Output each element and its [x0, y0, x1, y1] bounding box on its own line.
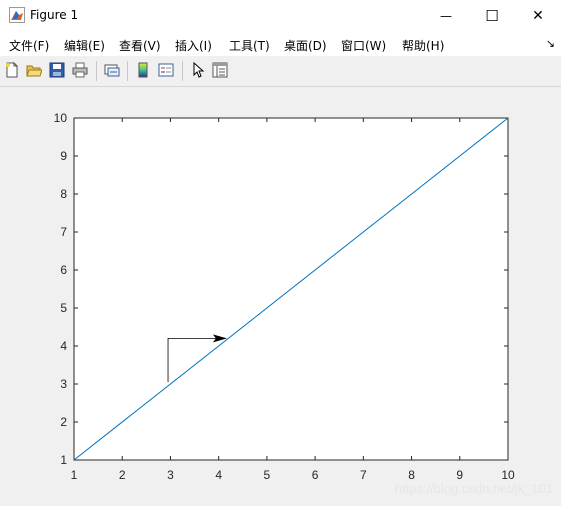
print-button[interactable] [71, 60, 89, 80]
x-tick-label: 8 [408, 468, 415, 482]
title-bar: Figure 1 — ☐ ✕ [0, 0, 561, 31]
x-tick-label: 5 [264, 468, 271, 482]
open-file-icon [26, 65, 42, 77]
toolbar-separator [96, 61, 97, 81]
x-tick-label: 3 [167, 468, 174, 482]
y-tick-label: 7 [60, 225, 67, 239]
insert-colorbar-button[interactable] [134, 60, 152, 80]
y-tick-label: 2 [60, 415, 67, 429]
x-tick-label: 6 [312, 468, 319, 482]
menu-desktop[interactable]: 桌面(D) [284, 37, 327, 54]
figure-canvas[interactable]: 1 2 3 4 5 6 7 8 9 10 1 2 3 4 5 6 7 8 9 10 https://blog.csdn… [0, 87, 561, 506]
new-figure-button[interactable] [3, 60, 21, 80]
menu-view[interactable]: 查看(V) [119, 37, 161, 54]
x-tick-label: 10 [501, 468, 515, 482]
toolbar [0, 56, 561, 87]
insert-legend-icon [158, 63, 174, 77]
open-file-button[interactable] [25, 60, 43, 80]
x-tick-label: 4 [215, 468, 222, 482]
maximize-icon: ☐ [485, 6, 499, 25]
insert-legend-button[interactable] [157, 60, 175, 80]
window-title: Figure 1 [30, 8, 79, 22]
print-icon [72, 62, 88, 78]
edit-plot-pointer-icon [193, 62, 205, 78]
y-tick-label: 6 [60, 263, 67, 277]
save-button[interactable] [48, 60, 66, 80]
menu-overflow-icon[interactable]: ↘ [546, 37, 555, 50]
maximize-button[interactable]: ☐ [469, 0, 515, 31]
save-icon [49, 62, 65, 78]
insert-colorbar-icon [138, 62, 148, 78]
x-tick-label: 2 [119, 468, 126, 482]
y-tick-label: 8 [60, 187, 67, 201]
menu-file[interactable]: 文件(F) [9, 37, 49, 54]
minimize-button[interactable]: — [423, 0, 469, 31]
toolbar-separator [127, 61, 128, 81]
x-tick-label: 9 [456, 468, 463, 482]
y-tick-label: 1 [60, 453, 67, 467]
menu-insert[interactable]: 插入(I) [175, 37, 212, 54]
y-tick-label: 5 [60, 301, 67, 315]
property-inspector-button[interactable] [211, 60, 229, 80]
line-plot[interactable]: 1 2 3 4 5 6 7 8 9 10 1 2 3 4 5 6 7 8 9 10 [0, 87, 561, 506]
x-tick-label: 7 [360, 468, 367, 482]
menu-help[interactable]: 帮助(H) [402, 37, 444, 54]
close-icon: ✕ [532, 7, 544, 24]
watermark: https://blog.csdn.net/jk_101 [394, 481, 553, 496]
minimize-icon: — [440, 8, 452, 23]
edit-plot-button[interactable] [189, 60, 207, 80]
y-tick-label: 10 [54, 111, 68, 125]
toolbar-separator [182, 61, 183, 81]
matlab-app-icon [9, 7, 25, 23]
x-tick-label: 1 [71, 468, 78, 482]
link-plot-button[interactable] [103, 60, 121, 80]
menu-tools[interactable]: 工具(T) [229, 37, 270, 54]
menu-edit[interactable]: 编辑(E) [64, 37, 105, 54]
y-tick-label: 4 [60, 339, 67, 353]
y-tick-label: 9 [60, 149, 67, 163]
menu-bar: 文件(F) 编辑(E) 查看(V) 插入(I) 工具(T) 桌面(D) 窗口(W… [0, 31, 561, 56]
y-tick-label: 3 [60, 377, 67, 391]
close-button[interactable]: ✕ [515, 0, 561, 31]
property-inspector-icon [212, 62, 228, 78]
new-figure-icon [6, 62, 19, 78]
link-plot-icon [104, 64, 120, 77]
menu-window[interactable]: 窗口(W) [341, 37, 386, 54]
